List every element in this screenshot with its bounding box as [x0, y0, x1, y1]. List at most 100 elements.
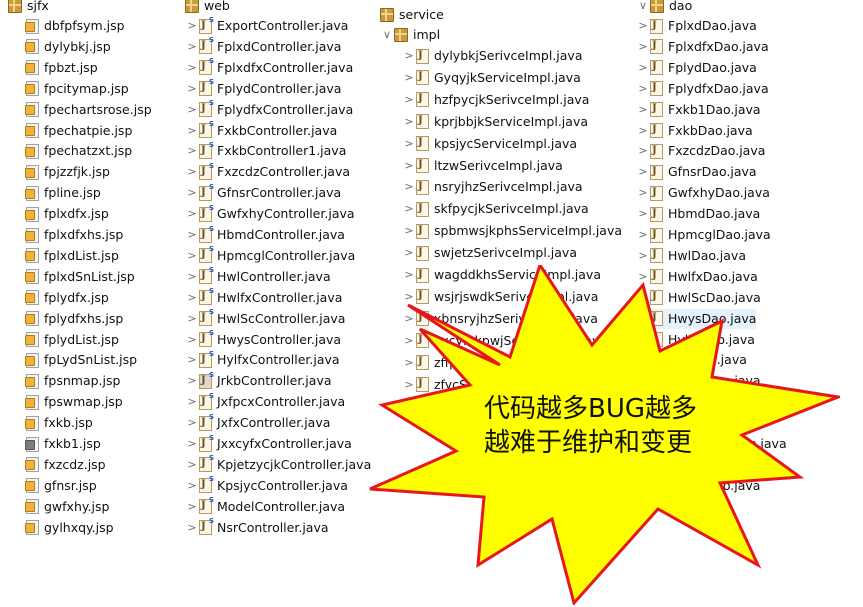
file-item-fplxdfxcontroller-java[interactable]: > FplxdfxController.java: [185, 57, 353, 78]
file-item-gfnsrdao-java[interactable]: > GfnsrDao.java: [636, 162, 757, 182]
chevron-right-icon[interactable]: >: [636, 162, 650, 182]
chevron-right-icon[interactable]: >: [402, 68, 416, 88]
chevron-right-icon[interactable]: >: [185, 476, 199, 496]
file-item-fplydlist-jsp[interactable]: fplydList.jsp: [25, 330, 119, 350]
file-item-fplxdfxhs-jsp[interactable]: fplxdfxhs.jsp: [25, 225, 123, 245]
file-item-exportcontroller-java[interactable]: > ExportController.java: [185, 16, 348, 36]
file-item-fxkb1dao-java[interactable]: > Fxkb1Dao.java: [636, 100, 761, 120]
chevron-right-icon[interactable]: >: [402, 156, 416, 176]
file-item-fplyddao-java[interactable]: > FplydDao.java: [636, 58, 757, 78]
file-item-fplydfxdao-java[interactable]: > FplydfxDao.java: [636, 79, 769, 99]
chevron-right-icon[interactable]: >: [185, 100, 199, 120]
file-item-fpechartsrose-jsp[interactable]: fpechartsrose.jsp: [25, 100, 152, 120]
chevron-right-icon[interactable]: >: [185, 309, 199, 329]
chevron-right-icon[interactable]: >: [402, 199, 416, 219]
chevron-right-icon[interactable]: >: [636, 141, 650, 161]
chevron-right-icon[interactable]: >: [636, 121, 650, 141]
file-item-fplydsnlist-jsp[interactable]: fpLydSnList.jsp: [25, 350, 137, 370]
file-item-swjetzserivceimpl-java[interactable]: > swjetzSerivceImpl.java: [402, 243, 577, 263]
file-item-ltzwserivceimpl-java[interactable]: > ltzwSerivceImpl.java: [402, 156, 563, 176]
chevron-right-icon[interactable]: >: [185, 455, 199, 475]
chevron-right-icon[interactable]: >: [185, 413, 199, 433]
file-item-jrkbcontroller-java[interactable]: > JrkbController.java: [185, 371, 332, 391]
chevron-right-icon[interactable]: >: [636, 58, 650, 78]
chevron-right-icon[interactable]: >: [402, 112, 416, 132]
chevron-right-icon[interactable]: >: [636, 204, 650, 224]
file-item-dbfpfsym-jsp[interactable]: dbfpfsym.jsp: [25, 16, 125, 36]
file-item-spbmwsjkphsserviceimpl-java[interactable]: > spbmwsjkphsServiceImpl.java: [402, 221, 622, 241]
folder-sjfx[interactable]: sjfx: [8, 0, 49, 16]
file-item-gylhxqy-jsp[interactable]: gylhxqy.jsp: [25, 518, 114, 538]
chevron-right-icon[interactable]: >: [185, 434, 199, 454]
file-item-hzfpycjkserivceimpl-java[interactable]: > hzfpycjkSerivceImpl.java: [402, 90, 589, 110]
file-item-dylybkjserivceimpl-java[interactable]: > dylybkjSerivceImpl.java: [402, 46, 582, 66]
file-item-gfnsrcontroller-java[interactable]: > GfnsrController.java: [185, 183, 341, 203]
chevron-right-icon[interactable]: >: [402, 177, 416, 197]
file-item-hylfxcontroller-java[interactable]: > HylfxController.java: [185, 350, 340, 370]
file-item-fxkb1-jsp[interactable]: fxkb1.jsp: [25, 434, 101, 454]
file-item-fplydcontroller-java[interactable]: > FplydController.java: [185, 78, 341, 99]
file-item-fxkbcontroller1-java[interactable]: > FxkbController1.java: [185, 141, 346, 161]
file-item-fpswmap-jsp[interactable]: fpswmap.jsp: [25, 392, 123, 412]
file-item-fxzcdz-jsp[interactable]: fxzcdz.jsp: [25, 455, 106, 475]
file-item-fpechatpie-jsp[interactable]: fpechatpie.jsp: [25, 121, 132, 141]
file-item-kpsjycserviceimpl-java[interactable]: > kpsjycServiceImpl.java: [402, 134, 577, 154]
chevron-right-icon[interactable]: >: [402, 90, 416, 110]
file-item-jxfpcxcontroller-java[interactable]: > JxfpcxController.java: [185, 392, 345, 412]
chevron-right-icon[interactable]: >: [185, 518, 199, 538]
file-item-hwlsccontroller-java[interactable]: > HwlScController.java: [185, 308, 345, 329]
file-item-skfpycjkserivceimpl-java[interactable]: > skfpycjkSerivceImpl.java: [402, 199, 589, 219]
file-item-hwlfxcontroller-java[interactable]: > HwlfxController.java: [185, 287, 342, 308]
chevron-right-icon[interactable]: >: [636, 183, 650, 203]
chevron-right-icon[interactable]: >: [185, 350, 199, 370]
file-item-fpline-jsp[interactable]: fpline.jsp: [25, 183, 101, 203]
file-item-fxkbdao-java[interactable]: > FxkbDao.java: [636, 121, 753, 141]
chevron-right-icon[interactable]: >: [185, 58, 199, 78]
chevron-right-icon[interactable]: >: [185, 288, 199, 308]
chevron-right-icon[interactable]: >: [636, 79, 650, 99]
folder-dao[interactable]: ∨ dao: [636, 0, 692, 16]
file-item-fplydfxcontroller-java[interactable]: > FplydfxController.java: [185, 99, 353, 120]
file-item-fplxdfx-jsp[interactable]: fplxdfx.jsp: [25, 204, 109, 224]
file-item-fpechatzxt-jsp[interactable]: fpechatzxt.jsp: [25, 141, 132, 161]
file-item-hpmcgldao-java[interactable]: > HpmcglDao.java: [636, 225, 771, 245]
file-item-kpsjyccontroller-java[interactable]: > KpsjycController.java: [185, 475, 348, 496]
file-item-hbmddao-java[interactable]: > HbmdDao.java: [636, 204, 760, 224]
file-item-nsrcontroller-java[interactable]: > NsrController.java: [185, 517, 329, 538]
file-item-fplxdsnlist-jsp[interactable]: fplxdSnList.jsp: [25, 267, 135, 287]
file-item-hwlcontroller-java[interactable]: > HwlController.java: [185, 266, 331, 287]
file-item-hwyscontroller-java[interactable]: > HwysController.java: [185, 329, 341, 350]
file-item-gwfxhydao-java[interactable]: > GwfxhyDao.java: [636, 183, 770, 203]
file-item-nsryjhzserivceimpl-java[interactable]: > nsryjhzSerivceImpl.java: [402, 177, 583, 197]
chevron-down-icon[interactable]: ∨: [380, 25, 394, 45]
chevron-right-icon[interactable]: >: [636, 16, 650, 36]
chevron-right-icon[interactable]: >: [636, 225, 650, 245]
file-item-fpsnmap-jsp[interactable]: fpsnmap.jsp: [25, 371, 120, 391]
chevron-right-icon[interactable]: >: [185, 497, 199, 517]
file-item-gwfxhy-jsp[interactable]: gwfxhy.jsp: [25, 497, 109, 517]
folder-impl[interactable]: ∨ impl: [380, 25, 440, 45]
file-item-kpjetzycjkcontroller-java[interactable]: > KpjetzycjkController.java: [185, 454, 371, 475]
chevron-right-icon[interactable]: >: [402, 243, 416, 263]
chevron-right-icon[interactable]: >: [636, 37, 650, 57]
file-item-fplxdlist-jsp[interactable]: fplxdList.jsp: [25, 246, 119, 266]
file-item-fxzcdzdao-java[interactable]: > FxzcdzDao.java: [636, 141, 765, 161]
chevron-right-icon[interactable]: >: [185, 121, 199, 141]
folder-web[interactable]: web: [185, 0, 230, 16]
file-item-gwfxhycontroller-java[interactable]: > GwfxhyController.java: [185, 204, 355, 224]
file-item-fplxdcontroller-java[interactable]: > FplxdController.java: [185, 36, 341, 57]
file-item-fplxdfxdao-java[interactable]: > FplxdfxDao.java: [636, 37, 769, 57]
chevron-right-icon[interactable]: >: [185, 267, 199, 287]
file-item-dylybkj-jsp[interactable]: dylybkj.jsp: [25, 37, 111, 57]
chevron-right-icon[interactable]: >: [185, 204, 199, 224]
file-item-fpjzzfjk-jsp[interactable]: fpjzzfjk.jsp: [25, 162, 110, 182]
file-item-fxkbcontroller-java[interactable]: > FxkbController.java: [185, 120, 337, 141]
file-item-gfnsr-jsp[interactable]: gfnsr.jsp: [25, 476, 97, 496]
chevron-right-icon[interactable]: >: [402, 46, 416, 66]
file-item-hwldao-java[interactable]: > HwlDao.java: [636, 246, 746, 266]
chevron-right-icon[interactable]: >: [402, 221, 416, 241]
chevron-right-icon[interactable]: >: [185, 371, 199, 391]
file-item-fpbzt-jsp[interactable]: fpbzt.jsp: [25, 58, 98, 78]
file-item-fplxddao-java[interactable]: > FplxdDao.java: [636, 16, 757, 36]
chevron-right-icon[interactable]: >: [185, 37, 199, 57]
